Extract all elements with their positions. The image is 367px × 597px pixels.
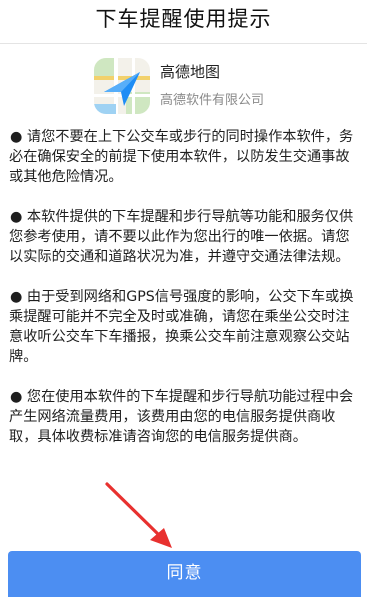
notice-item: ● 请您不要在上下公交车或步行的同时操作本软件，务必在确保安全的前提下使用本软件… [9,129,354,185]
app-meta: 高德地图 高德软件有限公司 [160,61,264,111]
notice-item: ● 本软件提供的下车提醒和步行导航等功能和服务仅供您参考使用，请不要以此作为您出… [9,209,354,265]
amap-logo-icon [94,58,150,114]
app-header: 高德地图 高德软件有限公司 [94,56,264,116]
dialog-title: 下车提醒使用提示 [95,7,272,31]
notice-list: ● 请您不要在上下公交车或步行的同时操作本软件，务必在确保安全的前提下使用本软件… [9,127,361,467]
notice-item: ● 由于受到网络和GPS信号强度的影响，公交下车或换乘提醒可能并不完全及时或准确… [9,289,354,365]
app-company: 高德软件有限公司 [160,93,265,108]
notice-item: ● 您在使用本软件的下车提醒和步行导航功能过程中会产生网络流量费用，该费用由您的… [9,389,354,445]
agree-button[interactable]: 同意 [8,551,361,597]
title-divider [0,43,367,44]
app-name: 高德地图 [160,63,221,81]
